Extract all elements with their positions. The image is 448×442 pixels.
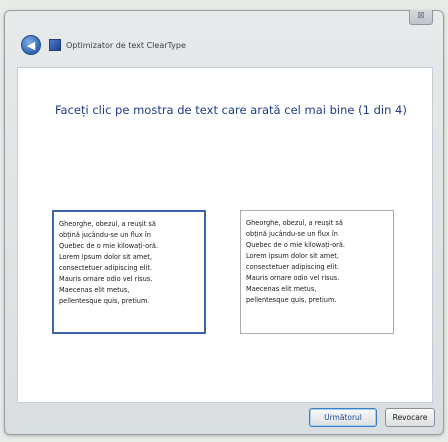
instruction-heading: Faceți clic pe mostra de text care arată… [55, 103, 407, 117]
title-bar: ◀ Optimizator de text ClearType [21, 34, 401, 56]
close-icon: ⊠ [417, 11, 425, 21]
window-title: Optimizator de text ClearType [66, 40, 186, 50]
content-panel: Faceți clic pe mostra de text care arată… [17, 67, 433, 403]
back-arrow-icon: ◀ [26, 38, 36, 52]
text-sample-2[interactable]: Gheorghe, obezul, a reușit să obțină juc… [240, 210, 394, 334]
footer-bar: Următorul Revocare [5, 402, 443, 434]
cancel-button[interactable]: Revocare [385, 408, 435, 427]
cleartype-app-icon [49, 39, 61, 51]
close-button[interactable]: ⊠ [409, 10, 433, 25]
sample-text: Gheorghe, obezul, a reușit să obțină juc… [246, 219, 346, 304]
cleartype-window: ⊠ ◀ Optimizator de text ClearType Faceți… [4, 10, 444, 435]
next-button[interactable]: Următorul [309, 408, 377, 427]
back-button[interactable]: ◀ [21, 35, 41, 55]
sample-text: Gheorghe, obezul, a reușit să obțină juc… [59, 220, 159, 305]
text-sample-1[interactable]: Gheorghe, obezul, a reușit să obțină juc… [52, 210, 206, 334]
